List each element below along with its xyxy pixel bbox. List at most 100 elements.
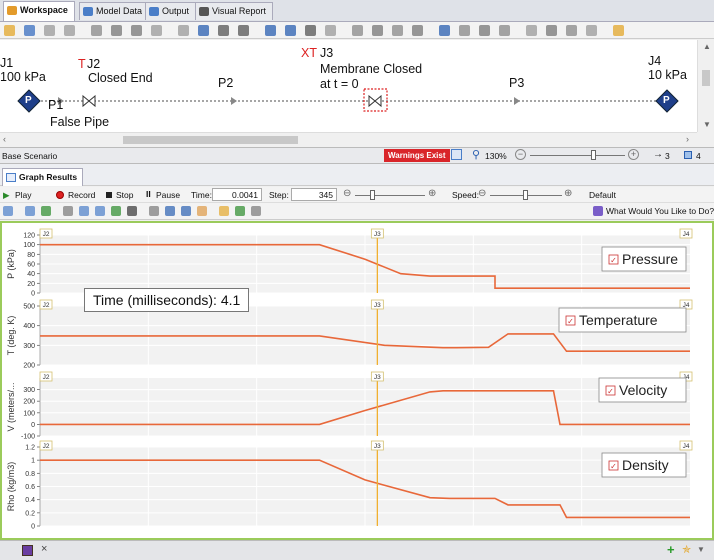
scenario-label: Base Scenario [2, 151, 58, 161]
tab-output[interactable]: Output [145, 2, 197, 20]
align-icon[interactable] [325, 25, 336, 36]
grid-icon[interactable] [372, 25, 383, 36]
scrollbar-thumb[interactable] [702, 70, 710, 86]
speed-down-icon[interactable]: ⊖ [478, 188, 486, 199]
print-icon[interactable] [251, 206, 261, 216]
dropdown-icon[interactable]: ▼ [697, 545, 705, 554]
record-button[interactable]: Record [68, 190, 95, 200]
closed-end-valve-icon[interactable] [82, 94, 96, 108]
line-style-icon[interactable] [197, 206, 207, 216]
align-icon[interactable] [352, 25, 363, 36]
membrane-valve-icon[interactable] [368, 94, 382, 108]
paste-icon[interactable] [111, 25, 122, 36]
copy-icon[interactable] [91, 25, 102, 36]
undo-icon[interactable] [24, 25, 35, 36]
pointer-icon[interactable] [178, 25, 189, 36]
zoom-out-icon[interactable]: − [515, 149, 526, 160]
redo-icon[interactable] [44, 25, 55, 36]
table-icon[interactable] [63, 206, 73, 216]
tab-visual-report[interactable]: Visual Report [195, 2, 273, 20]
pan-icon[interactable] [218, 25, 229, 36]
stop-icon[interactable] [546, 25, 557, 36]
y-tick-label: 1.2 [25, 445, 35, 452]
save-icon[interactable] [566, 25, 577, 36]
play-button[interactable]: Play [15, 190, 32, 200]
time-slider-thumb[interactable] [370, 190, 375, 200]
help-icon[interactable] [593, 206, 603, 216]
workspace-horizontal-scrollbar[interactable]: ‹ › [0, 132, 697, 146]
pause-icon[interactable]: II [146, 189, 151, 199]
zoom-slider-track[interactable] [530, 155, 625, 156]
scrollbar-thumb[interactable] [123, 136, 298, 144]
legend-icon[interactable] [95, 206, 105, 216]
fit-view-icon[interactable] [451, 149, 462, 160]
tab-label: Model Data [96, 6, 143, 16]
arrow-count-value: 3 [665, 151, 670, 161]
stop-icon[interactable] [106, 192, 112, 198]
layer-icon[interactable] [479, 25, 490, 36]
add-graph-icon[interactable]: + [667, 542, 675, 557]
align-icon[interactable] [305, 25, 316, 36]
warnings-badge[interactable]: Warnings Exist [384, 149, 450, 162]
speed-slider-thumb[interactable] [523, 190, 528, 200]
layer-icon[interactable] [439, 25, 450, 36]
annotate-icon[interactable] [412, 25, 423, 36]
j1-value: 100 kPa [0, 70, 46, 84]
default-button[interactable]: Default [589, 190, 616, 200]
clear-icon[interactable] [219, 206, 229, 216]
junction-marker-label: J3 [374, 443, 381, 450]
speed-up-icon[interactable]: ⊕ [564, 188, 572, 199]
ruler-icon[interactable] [149, 206, 159, 216]
time-input[interactable]: 0.0041 [212, 188, 262, 201]
rotate-icon[interactable] [285, 25, 296, 36]
scroll-right-icon[interactable]: › [686, 134, 689, 144]
step-forward-icon[interactable]: ⊕ [428, 188, 436, 199]
j2-prefix: T [78, 57, 86, 71]
delete-icon[interactable] [151, 25, 162, 36]
junction-marker-label: J2 [43, 374, 50, 381]
zoom-icon[interactable] [181, 206, 191, 216]
step-input[interactable]: 345 [291, 188, 337, 201]
scroll-up-icon[interactable]: ▲ [703, 42, 711, 51]
graph-list-icon[interactable] [3, 206, 13, 216]
tab-model-data[interactable]: Model Data [79, 2, 150, 20]
scroll-down-icon[interactable]: ▼ [703, 120, 711, 129]
record-icon[interactable] [56, 191, 64, 199]
graph-results-tab[interactable]: Graph Results [2, 168, 84, 186]
zoom-in-icon[interactable]: + [628, 149, 639, 160]
time-slider-track[interactable] [355, 195, 425, 196]
cut-icon[interactable] [64, 25, 75, 36]
checkbox-icon[interactable] [111, 206, 121, 216]
axes-icon[interactable] [79, 206, 89, 216]
play-icon[interactable]: ▶ [3, 190, 10, 201]
layer-icon[interactable] [459, 25, 470, 36]
zoom-icon[interactable]: ⚲ [472, 148, 480, 161]
select-all-icon[interactable] [131, 25, 142, 36]
select-icon[interactable] [198, 25, 209, 36]
tip-icon[interactable] [586, 25, 597, 36]
stop-button[interactable]: Stop [116, 190, 134, 200]
step-back-icon[interactable]: ⊖ [343, 188, 351, 199]
open-icon[interactable] [4, 25, 15, 36]
table-icon[interactable] [526, 25, 537, 36]
tab-workspace[interactable]: Workspace [3, 1, 75, 21]
close-icon[interactable]: × [41, 543, 47, 555]
find-icon[interactable] [265, 25, 276, 36]
zoom-box-icon[interactable] [165, 206, 175, 216]
scroll-left-icon[interactable]: ‹ [3, 134, 6, 144]
zoom-icon[interactable] [238, 25, 249, 36]
workspace-vertical-scrollbar[interactable]: ▲ ▼ [697, 40, 714, 132]
app-icon[interactable] [22, 545, 33, 556]
group-icon[interactable] [392, 25, 403, 36]
zoom-slider-thumb[interactable] [591, 150, 596, 160]
copy-graph-icon[interactable] [25, 206, 35, 216]
pause-button[interactable]: Pause [156, 190, 180, 200]
lightning-icon[interactable]: ✯ [682, 543, 691, 556]
export-icon[interactable] [41, 206, 51, 216]
layer-icon[interactable] [499, 25, 510, 36]
crosshair-icon[interactable] [127, 206, 137, 216]
sync-icon[interactable] [235, 206, 245, 216]
bulb-icon[interactable] [613, 25, 624, 36]
help-link[interactable]: What Would You Like to Do? [606, 206, 714, 216]
workspace-canvas[interactable]: P P J1 100 kPa T J2 Closed End P1 False … [0, 40, 697, 132]
